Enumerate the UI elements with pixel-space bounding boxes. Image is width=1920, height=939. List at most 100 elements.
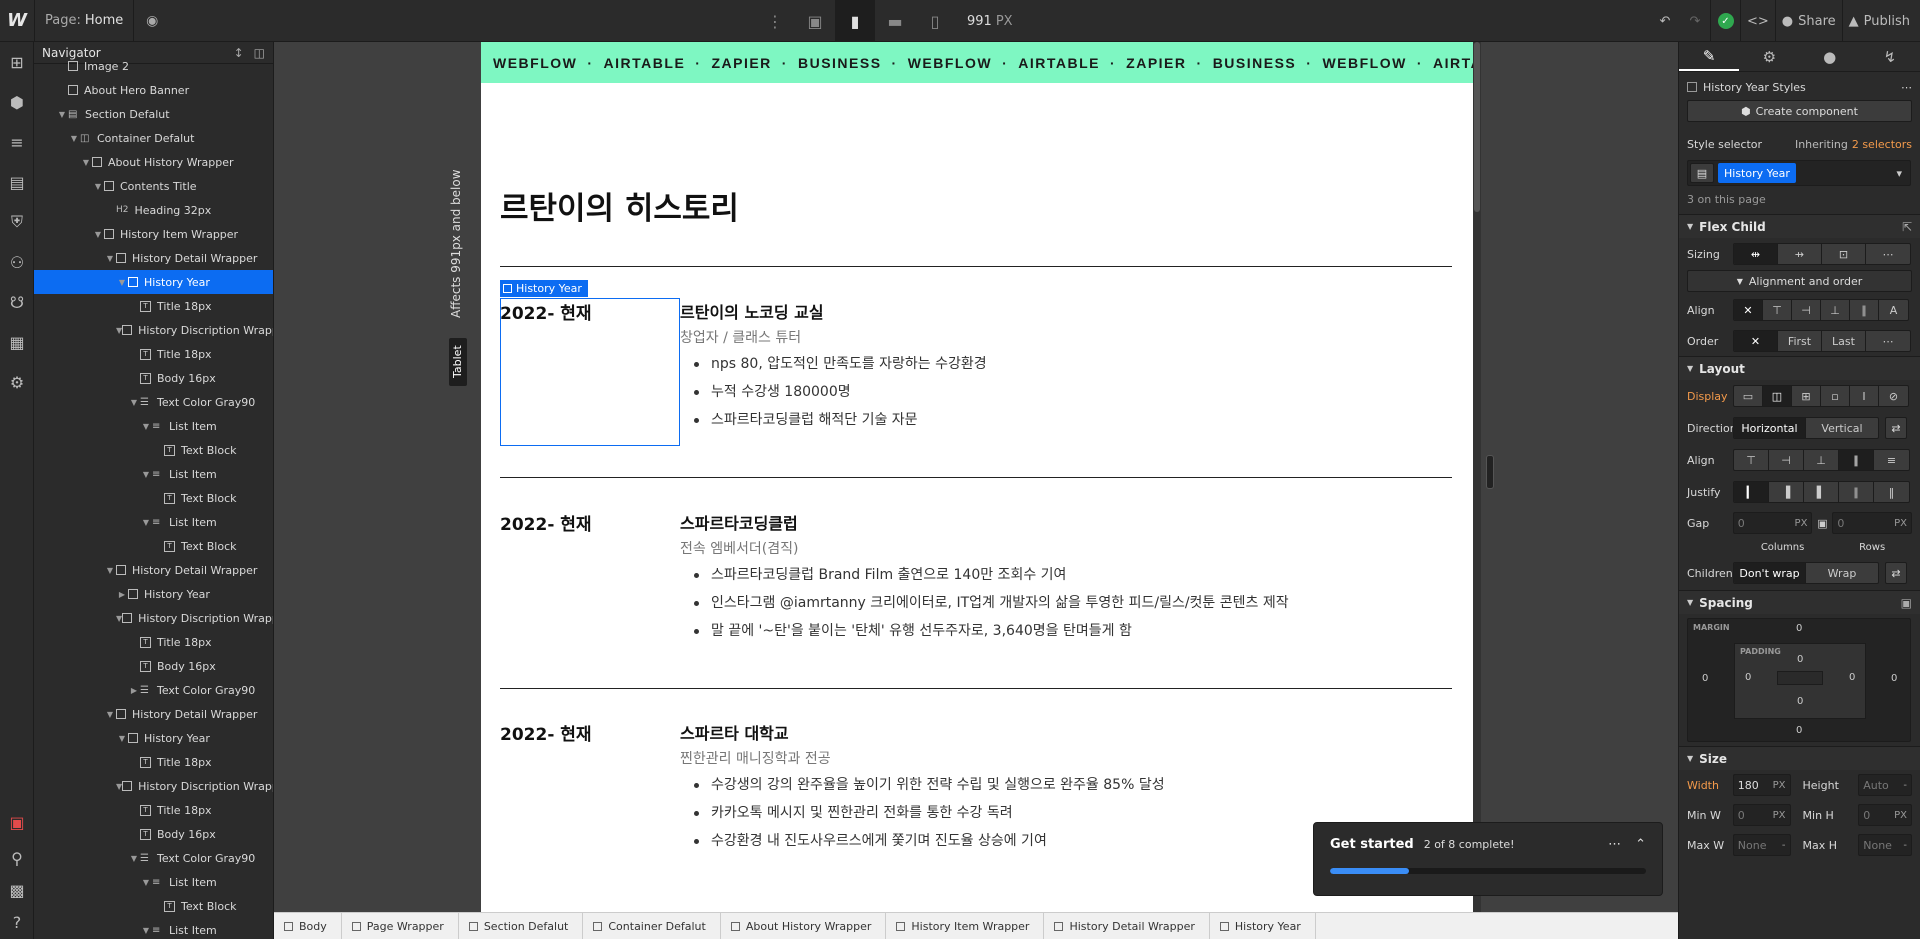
padding-left-value[interactable]: 0 (1745, 672, 1751, 683)
navigator-item[interactable]: ▶ ☰ Text Color Gray90 (34, 678, 273, 702)
navigator-icon[interactable]: ≡ (0, 122, 34, 162)
align-items-baseline-icon[interactable]: ≡ (1874, 450, 1909, 470)
navigator-item[interactable]: ▼ History Year (34, 726, 273, 750)
caret-down-icon[interactable]: ▼ (92, 182, 104, 191)
navigator-item[interactable]: About Hero Banner (34, 78, 273, 102)
chevron-up-icon[interactable]: ⌃ (1635, 837, 1646, 852)
min-height-unit[interactable]: PX (1894, 810, 1907, 821)
caret-down-icon[interactable]: ▼ (104, 566, 116, 575)
redo-icon[interactable]: ↷ (1680, 0, 1710, 42)
height-input[interactable]: Auto - (1858, 774, 1912, 796)
selector-field[interactable]: ▤ History Year ▾ (1687, 160, 1911, 186)
margin-right-value[interactable]: 0 (1891, 673, 1897, 684)
navigator-item[interactable]: ▼ Contents Title (34, 174, 273, 198)
breadcrumb-item[interactable]: Page Wrapper (342, 913, 459, 939)
caret-down-icon[interactable]: ▼ (140, 518, 152, 527)
padding-bottom-value[interactable]: 0 (1797, 696, 1803, 707)
caret-down-icon[interactable]: ▼ (104, 254, 116, 263)
padding-top-value[interactable]: 0 (1797, 654, 1803, 665)
selected-element-tag[interactable]: History Year (500, 280, 588, 297)
gap-rows-unit[interactable]: PX (1894, 518, 1907, 529)
order-none-icon[interactable]: ✕ (1734, 331, 1778, 351)
navigator-item[interactable]: ▼History Discription Wrapper (34, 318, 273, 342)
navigator-item[interactable]: ▼ History Year (34, 270, 273, 294)
style-brush-icon[interactable]: ✎ (1679, 42, 1740, 71)
width-unit[interactable]: PX (1773, 780, 1786, 791)
navigator-item[interactable]: Image 2 (34, 54, 273, 78)
navigator-item[interactable]: ▼ ▤ Section Defalut (34, 102, 273, 126)
spacing-expand-icon[interactable]: ▣ (1901, 596, 1912, 610)
list-item[interactable]: nps 80, 압도적인 만족도를 자랑하는 수강환경 (680, 353, 987, 381)
min-height-input[interactable]: 0 PX (1858, 804, 1912, 826)
navigator-item[interactable]: T Title 18px (34, 630, 273, 654)
size-section-header[interactable]: ▼ Size (1679, 746, 1920, 770)
history-year[interactable]: 2022- 현재 (500, 720, 592, 745)
navigator-item[interactable]: ▶ History Year (34, 582, 273, 606)
navigator-item[interactable]: ▼ ≡ List Item (34, 462, 273, 486)
share-button[interactable]: ● Share (1774, 0, 1842, 42)
lock-icon[interactable]: ▣ (1812, 517, 1832, 530)
style-manager-drops-icon[interactable]: ● (1800, 42, 1860, 71)
navigator-item[interactable]: T Body 16px (34, 654, 273, 678)
page-title[interactable]: 르탄이의 히스토리 (500, 183, 739, 228)
breadcrumb-item[interactable]: Section Defalut (459, 913, 584, 939)
caret-down-icon[interactable]: ▼ (104, 710, 116, 719)
gap-rows-input[interactable]: 0 PX (1832, 512, 1912, 534)
help-icon[interactable]: ? (0, 906, 34, 938)
record-icon[interactable]: ▣ (0, 802, 34, 842)
justify-center-icon[interactable]: ▐ (1769, 482, 1804, 502)
caret-down-icon[interactable]: ▼ (68, 134, 80, 143)
navigator-item[interactable]: ▼ ≡ List Item (34, 870, 273, 894)
more-vertical-icon[interactable]: ⋮ (755, 0, 795, 42)
display-inline-icon[interactable]: I (1850, 386, 1879, 406)
layout-section-header[interactable]: ▼ Layout (1679, 356, 1920, 380)
page-canvas[interactable]: WEBFLOW · AIRTABLE · ZAPIER · BUSINESS · WEBFLOW… (481, 42, 1473, 912)
list-item[interactable]: 스파르타코딩클럽 Brand Film 출연으로 140만 조회수 기여 (680, 564, 1289, 592)
align-none-icon[interactable]: ✕ (1734, 300, 1763, 320)
code-icon[interactable]: <> (1740, 0, 1775, 42)
list-item[interactable]: 인스타그램 @iamrtanny 크리에이터로, IT업계 개발자의 삶을 투영… (680, 592, 1289, 620)
cms-icon[interactable]: ⛨ (0, 202, 34, 242)
dont-wrap-button[interactable]: Don't wrap (1734, 563, 1806, 583)
publish-button[interactable]: ▲ Publish (1841, 0, 1920, 42)
order-last-button[interactable]: Last (1822, 331, 1866, 351)
users-icon[interactable]: ⚇ (0, 242, 34, 282)
navigator-item[interactable]: T Title 18px (34, 294, 273, 318)
align-items-stretch-icon[interactable]: ∥ (1839, 450, 1874, 470)
max-width-unit[interactable]: - (1782, 840, 1786, 851)
list-item[interactable]: 스파르타코딩클럽 해적단 기술 자문 (680, 409, 987, 437)
tablet-breakpoint-icon[interactable]: ▮ (835, 0, 875, 42)
justify-space-around-icon[interactable]: ‖ (1874, 482, 1909, 502)
list-item[interactable]: 말 끝에 '~탄'을 붙이는 '탄체' 유행 선두주자로, 3,640명을 탄며… (680, 620, 1289, 648)
grow-icon[interactable]: ⇸ (1778, 244, 1822, 264)
scrollbar-thumb[interactable] (1474, 42, 1480, 212)
history-company[interactable]: 르탄이의 노코딩 교실 (680, 299, 824, 323)
margin-bottom-value[interactable]: 0 (1796, 725, 1802, 736)
min-width-input[interactable]: 0 PX (1732, 804, 1791, 826)
page-selector[interactable]: Page: Home (34, 0, 135, 42)
reverse-direction-icon[interactable]: ⇄ (1885, 417, 1907, 439)
breadcrumb-item[interactable]: Body (274, 913, 342, 939)
spacing-section-header[interactable]: ▼ Spacing ▣ (1679, 590, 1920, 614)
breadcrumb-item[interactable]: About History Wrapper (721, 913, 887, 939)
display-block-icon[interactable]: ▭ (1734, 386, 1763, 406)
selector-style-icon[interactable]: ▤ (1690, 163, 1714, 183)
margin-top-value[interactable]: 0 (1796, 623, 1802, 634)
align-items-start-icon[interactable]: ⊤ (1734, 450, 1769, 470)
more-horizontal-icon[interactable]: ⋯ (1866, 331, 1910, 351)
breadcrumb-item[interactable]: History Detail Wrapper (1044, 913, 1210, 939)
align-end-icon[interactable]: ⊥ (1821, 300, 1850, 320)
navigator-item[interactable]: ▼ ☰ Text Color Gray90 (34, 846, 273, 870)
align-start-icon[interactable]: ⊤ (1763, 300, 1792, 320)
history-role[interactable]: 찐한관리 매니징학과 전공 (680, 748, 831, 768)
interactions-bolt-icon[interactable]: ↯ (1860, 42, 1920, 71)
canvas-resize-handle[interactable] (1486, 455, 1494, 489)
ecommerce-cart-icon[interactable]: ☋ (0, 282, 34, 322)
caret-down-icon[interactable]: ▼ (116, 278, 128, 287)
breadcrumb-item[interactable]: History Item Wrapper (886, 913, 1045, 939)
display-flex-icon[interactable]: ◫ (1763, 386, 1792, 406)
expand-icon[interactable]: ⇱ (1902, 220, 1912, 234)
wrap-button[interactable]: Wrap (1806, 563, 1878, 583)
caret-down-icon[interactable]: ▼ (56, 110, 68, 119)
navigator-item[interactable]: ▼ ☰ Text Color Gray90 (34, 390, 273, 414)
